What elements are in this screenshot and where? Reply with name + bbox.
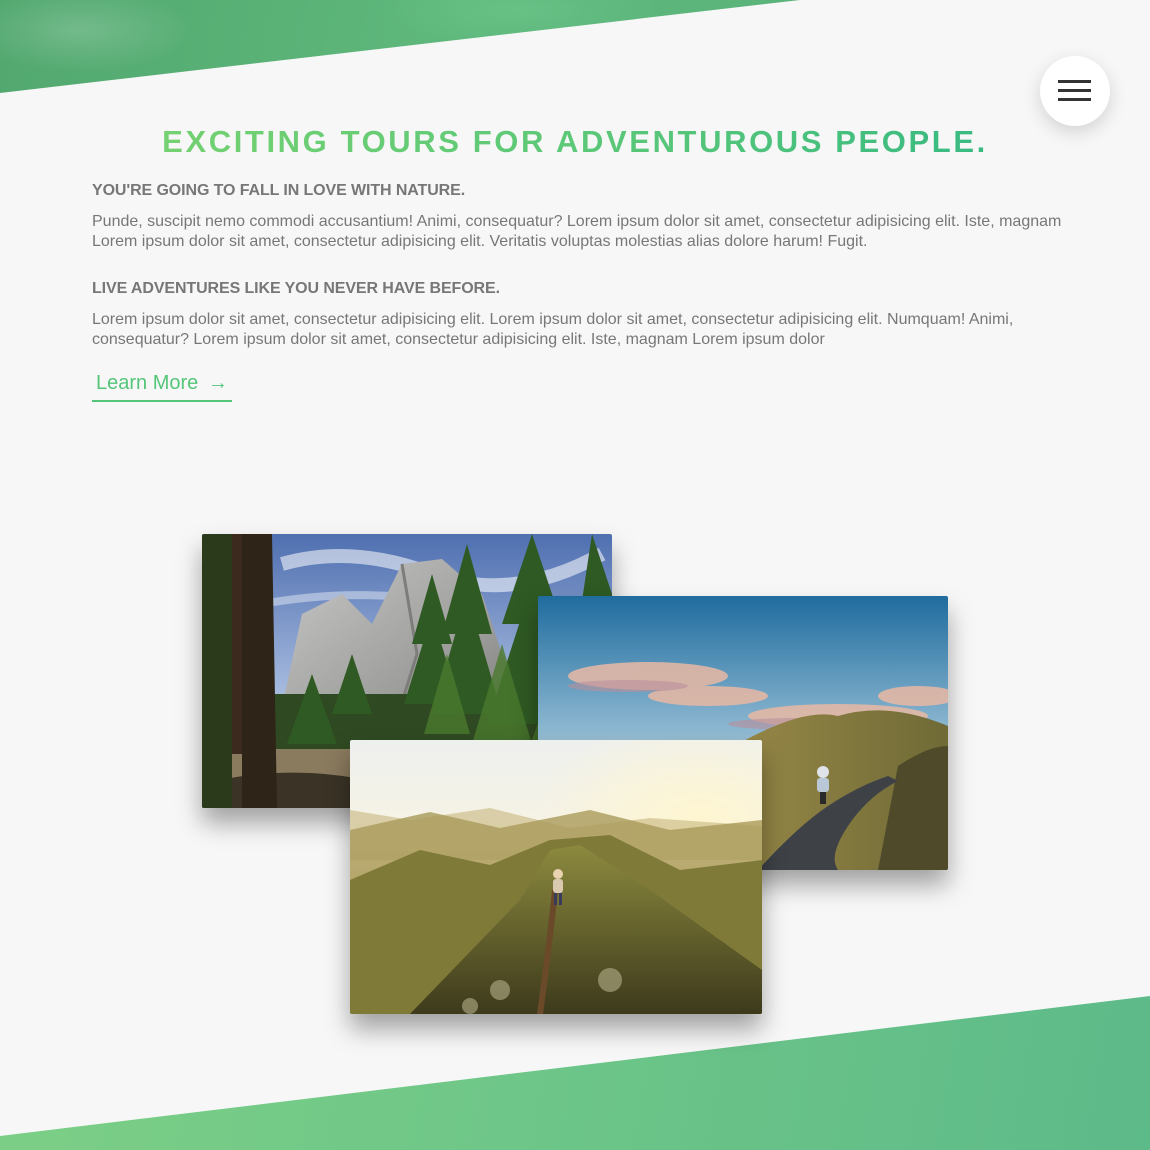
menu-button[interactable]: [1040, 56, 1110, 126]
bottom-decorative-band: [0, 996, 1150, 1150]
feature-heading-2: Live adventures like you never have befo…: [92, 280, 500, 297]
top-decorative-band: [0, 0, 800, 93]
arrow-right-icon: →: [207, 372, 228, 394]
learn-more-label: Learn More: [96, 372, 199, 394]
section-title: Exciting tours for adventurous people.: [0, 124, 1150, 160]
feature-paragraph-2: Lorem ipsum dolor sit amet, consectetur …: [92, 311, 1014, 348]
hamburger-menu-icon: [1058, 80, 1091, 83]
about-text-block: You're going to fall in love with nature…: [92, 182, 1062, 350]
photo-hiker-ridge[interactable]: [350, 740, 762, 1014]
hiker-ridge-image: [350, 740, 762, 1014]
learn-more-link[interactable]: Learn More →: [92, 370, 232, 402]
feature-paragraph-1: Punde, suscipit nemo commodi accusantium…: [92, 213, 1062, 250]
feature-heading-1: You're going to fall in love with nature…: [92, 182, 466, 199]
